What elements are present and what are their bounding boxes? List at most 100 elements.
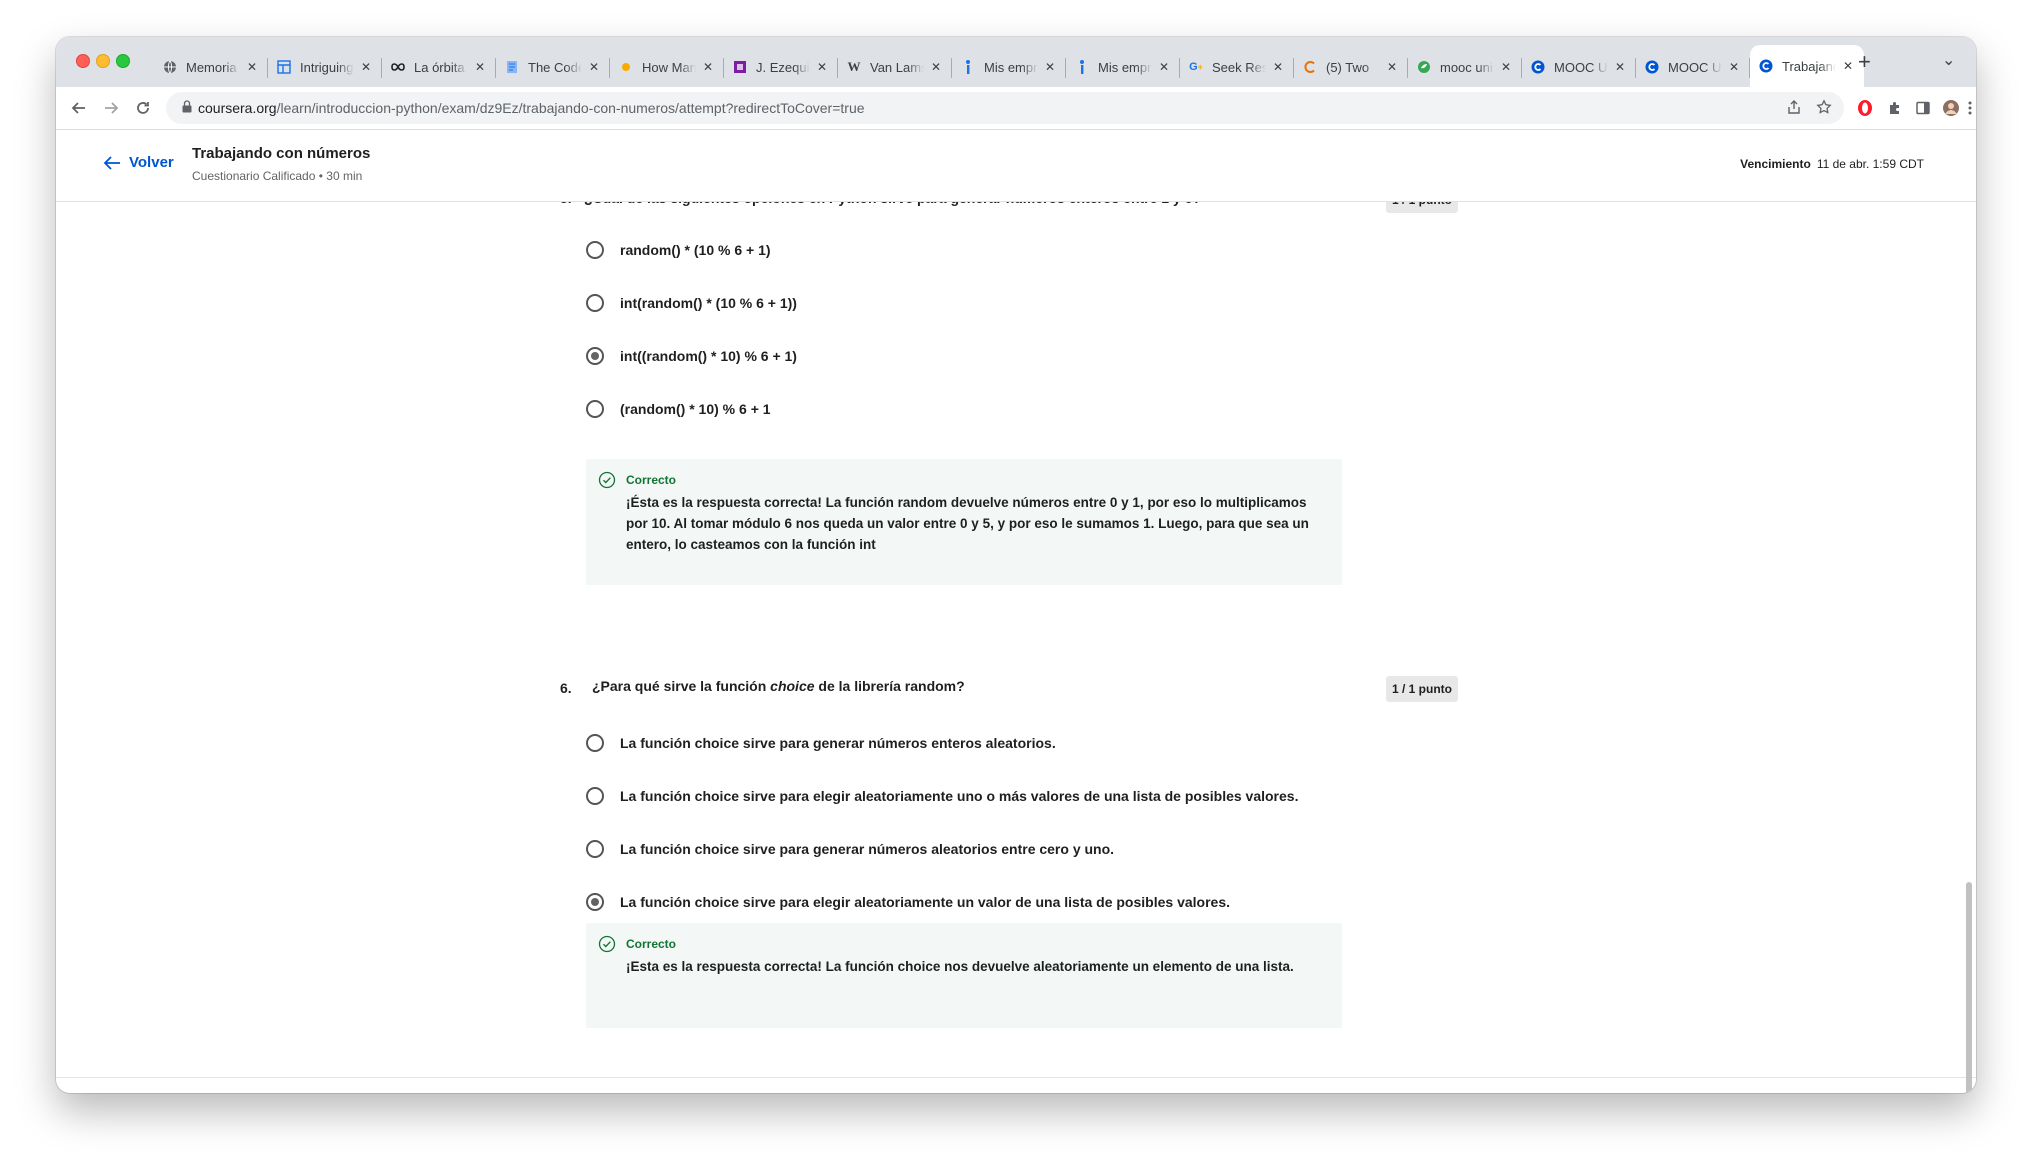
radio-button[interactable]	[586, 734, 604, 752]
radio-button[interactable]	[586, 787, 604, 805]
tab-title: La órbita	[414, 59, 465, 75]
opera-extension-icon[interactable]	[1856, 99, 1874, 117]
maximize-window-button[interactable]	[116, 54, 130, 68]
radio-button-selected[interactable]	[586, 893, 604, 911]
share-icon[interactable]	[1786, 99, 1802, 120]
arrow-right-icon	[105, 102, 119, 114]
tab-title: Mis empresas	[1098, 59, 1152, 75]
tab-search-button[interactable]: ⌄	[1942, 50, 1955, 70]
quiz-title: Trabajando con números	[192, 145, 371, 162]
info-icon	[1074, 59, 1090, 75]
quiz-content: 5. ¿Cuál de las siguientes opciones en P…	[56, 187, 1976, 1093]
tab-title: Memoria	[186, 59, 237, 75]
due-label: Vencimiento	[1740, 157, 1811, 171]
address-bar[interactable]: coursera.org/learn/introduccion-python/e…	[166, 92, 1844, 124]
browser-tab[interactable]: G+ Seek Research ✕	[1180, 49, 1294, 85]
browser-tab[interactable]: Mis empresas ✕	[952, 49, 1066, 85]
question-prompt: ¿Para qué sirve la función choice de la …	[592, 678, 965, 694]
radio-button[interactable]	[586, 840, 604, 858]
lock-icon	[182, 100, 192, 113]
tab-title: Van Lamsweerde	[870, 59, 924, 75]
coursera-icon	[1758, 58, 1774, 74]
browser-tab[interactable]: The Code ✕	[496, 49, 610, 85]
tab-title: The Code	[528, 59, 582, 75]
back-link[interactable]: Volver	[103, 154, 174, 171]
answer-option[interactable]: La función choice sirve para generar núm…	[586, 731, 1056, 755]
reload-icon	[137, 102, 149, 114]
close-tab-icon[interactable]: ✕	[1042, 60, 1058, 74]
sun-icon	[618, 59, 634, 75]
close-tab-icon[interactable]: ✕	[244, 60, 260, 74]
browser-tab[interactable]: Trabajando ✕	[1750, 45, 1864, 87]
option-label: La función choice sirve para elegir alea…	[620, 788, 1299, 804]
quiz-header: Volver Trabajando con números Cuestionar…	[56, 130, 1976, 202]
close-tab-icon[interactable]: ✕	[1840, 59, 1856, 73]
answer-option[interactable]: int((random() * 10) % 6 + 1)	[586, 344, 797, 368]
browser-tab[interactable]: Intriguing ✕	[268, 49, 382, 85]
back-button[interactable]	[66, 95, 92, 121]
browser-tab[interactable]: J. Ezequiel ✕	[724, 49, 838, 85]
feedback-box: Correcto ¡Ésta es la respuesta correcta!…	[586, 459, 1342, 585]
tab-title: Trabajando	[1782, 58, 1836, 74]
close-tab-icon[interactable]: ✕	[1156, 60, 1172, 74]
tab-list: Memoria ✕ Intriguing ✕ La órbita ✕ The Code ✕ Ho…	[154, 45, 1864, 87]
globe-icon	[162, 59, 178, 75]
question-number: 6.	[560, 680, 572, 696]
answer-option[interactable]: La función choice sirve para elegir alea…	[586, 784, 1298, 808]
layout-icon	[276, 59, 292, 75]
browser-tab[interactable]: Mis empresas ✕	[1066, 49, 1180, 85]
bookmark-star-icon[interactable]	[1816, 99, 1832, 120]
browser-tab[interactable]: W Van Lamsweerde ✕	[838, 49, 952, 85]
extensions-puzzle-icon[interactable]	[1886, 99, 1904, 117]
option-label: La función choice sirve para generar núm…	[620, 735, 1056, 751]
browser-tab[interactable]: La órbita ✕	[382, 49, 496, 85]
radio-button[interactable]	[586, 294, 604, 312]
browser-tab[interactable]: How Many ✕	[610, 49, 724, 85]
close-tab-icon[interactable]: ✕	[1270, 60, 1286, 74]
answer-option[interactable]: random() * (10 % 6 + 1)	[586, 238, 771, 262]
close-tab-icon[interactable]: ✕	[586, 60, 602, 74]
browser-tab[interactable]: Memoria ✕	[154, 49, 268, 85]
g-icon: G +	[1189, 61, 1203, 73]
close-tab-icon[interactable]: ✕	[1612, 60, 1628, 74]
reload-button[interactable]	[130, 95, 156, 121]
prompt-emphasis: choice	[770, 678, 815, 694]
browser-tab[interactable]: mooc uni ✕	[1408, 49, 1522, 85]
close-window-button[interactable]	[76, 54, 90, 68]
profile-avatar-icon[interactable]	[1942, 99, 1960, 117]
close-tab-icon[interactable]: ✕	[1726, 60, 1742, 74]
c-icon	[1302, 59, 1318, 75]
answer-option[interactable]: int(random() * (10 % 6 + 1))	[586, 291, 797, 315]
radio-button[interactable]	[586, 400, 604, 418]
radio-button-selected[interactable]	[586, 347, 604, 365]
browser-tab[interactable]: MOOC U ✕	[1522, 49, 1636, 85]
close-tab-icon[interactable]: ✕	[1384, 60, 1400, 74]
browser-tab[interactable]: MOOC U ✕	[1636, 49, 1750, 85]
due-value: 11 de abr. 1:59 CDT	[1816, 157, 1924, 171]
side-panel-icon[interactable]	[1914, 99, 1932, 117]
answer-option[interactable]: La función choice sirve para elegir alea…	[586, 890, 1230, 914]
close-tab-icon[interactable]: ✕	[928, 60, 944, 74]
feedback-title: Correcto	[626, 937, 677, 951]
page-scrollbar[interactable]	[1966, 882, 1972, 1093]
tab-strip: Memoria ✕ Intriguing ✕ La órbita ✕ The Code ✕ Ho…	[56, 37, 1976, 87]
feedback-title: Correcto	[626, 473, 677, 487]
feedback-box: Correcto ¡Esta es la respuesta correcta!…	[586, 923, 1342, 1028]
radio-button[interactable]	[586, 241, 604, 259]
answer-option[interactable]: La función choice sirve para generar núm…	[586, 837, 1114, 861]
browser-tab[interactable]: (5) Two ✕	[1294, 49, 1408, 85]
new-tab-button[interactable]: +	[1858, 49, 1871, 75]
close-tab-icon[interactable]: ✕	[1498, 60, 1514, 74]
close-tab-icon[interactable]: ✕	[358, 60, 374, 74]
close-tab-icon[interactable]: ✕	[700, 60, 716, 74]
infinity-icon	[390, 59, 406, 75]
forward-button[interactable]	[98, 95, 124, 121]
answer-option[interactable]: (random() * 10) % 6 + 1	[586, 397, 771, 421]
minimize-window-button[interactable]	[96, 54, 110, 68]
document-icon	[504, 59, 520, 75]
tab-title: mooc uni	[1440, 59, 1493, 75]
coursera-icon	[1530, 59, 1546, 75]
close-tab-icon[interactable]: ✕	[814, 60, 830, 74]
close-tab-icon[interactable]: ✕	[472, 60, 488, 74]
browser-menu-icon[interactable]	[1966, 99, 1974, 117]
